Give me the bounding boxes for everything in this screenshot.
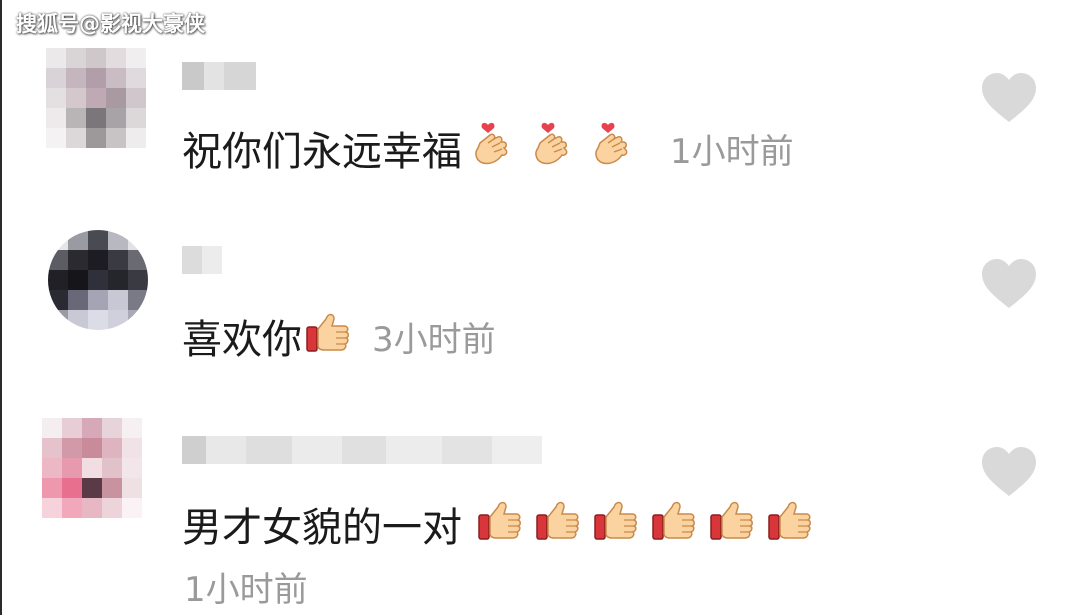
avatar[interactable]	[42, 418, 142, 518]
comment-text-row: 男才女貌的一对	[182, 496, 814, 552]
comment-text: 祝你们永远幸福	[182, 129, 462, 175]
comment-text: 喜欢你	[182, 317, 302, 363]
comment-text: 男才女貌的一对	[182, 505, 462, 551]
like-heart-icon[interactable]	[980, 446, 1038, 498]
comment-timestamp: 1小时前	[184, 570, 308, 610]
thumbs-up-emoji-icon	[592, 495, 640, 553]
avatar[interactable]	[46, 48, 146, 148]
finger-heart-emoji-icon	[468, 117, 520, 179]
comment-timestamp: 3小时前	[372, 319, 496, 360]
comment-text-row: 祝你们永远幸福 1小时前	[182, 122, 794, 175]
emoji-group	[468, 117, 648, 179]
username-blurred[interactable]	[182, 436, 542, 464]
comment-timestamp: 1小时前	[670, 131, 794, 172]
left-edge-divider	[0, 0, 2, 615]
avatar[interactable]	[48, 230, 148, 330]
emoji-group	[476, 495, 814, 553]
thumbs-up-emoji-icon	[766, 495, 814, 553]
thumbs-up-emoji-icon	[304, 307, 352, 365]
finger-heart-emoji-icon	[588, 117, 640, 179]
thumbs-up-emoji-icon	[650, 495, 698, 553]
thumbs-up-emoji-icon	[708, 495, 756, 553]
finger-heart-emoji-icon	[528, 117, 580, 179]
emoji-group	[304, 307, 360, 365]
like-heart-icon[interactable]	[980, 72, 1038, 124]
thumbs-up-emoji-icon	[476, 495, 524, 553]
thumbs-up-emoji-icon	[534, 495, 582, 553]
watermark: 搜狐号@影视大豪侠	[16, 12, 205, 36]
username-blurred[interactable]	[182, 62, 256, 90]
username-blurred[interactable]	[182, 246, 222, 274]
comment-text-row: 喜欢你 3小时前	[182, 307, 496, 365]
like-heart-icon[interactable]	[980, 258, 1038, 310]
